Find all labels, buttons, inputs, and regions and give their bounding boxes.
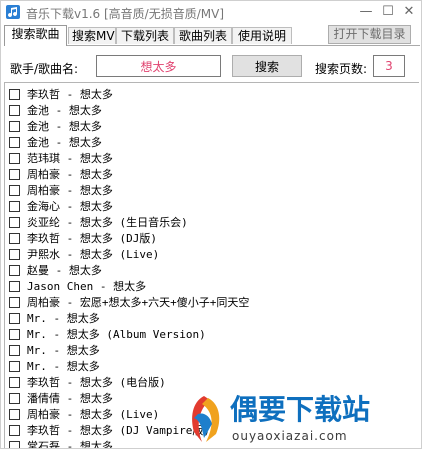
watermark-text: 偶要下载站 [230, 393, 371, 426]
watermark: 偶要下载站 ouyaoxiazai.com [182, 387, 421, 448]
list-item[interactable]: 金池 - 想太多 [5, 103, 419, 119]
song-title: 炎亚纶 - 想太多 (生日音乐会) [27, 216, 188, 229]
window-title: 音乐下载v1.6 [高音质/无损音质/MV] [26, 7, 225, 21]
song-checkbox[interactable] [9, 169, 20, 180]
watermark-logo [192, 396, 220, 442]
song-title: 金池 - 想太多 [27, 120, 102, 133]
song-title: 赵曼 - 想太多 [27, 264, 102, 277]
song-title: 常石磊 - 想太多 [27, 440, 113, 449]
list-item[interactable]: 周柏豪 - 宏愿+想太多+六天+傻小子+同天空 [5, 295, 419, 311]
list-item[interactable]: 尹熙水 - 想太多 (Live) [5, 247, 419, 263]
song-checkbox[interactable] [9, 249, 20, 260]
music-note-icon [6, 5, 20, 19]
list-item[interactable]: 赵曼 - 想太多 [5, 263, 419, 279]
song-checkbox[interactable] [9, 297, 20, 308]
song-title: Mr. - 想太多 [27, 360, 100, 373]
song-checkbox[interactable] [9, 393, 20, 404]
search-pages-input[interactable] [373, 55, 405, 77]
song-title: 周柏豪 - 宏愿+想太多+六天+傻小子+同天空 [27, 296, 250, 309]
list-item[interactable]: 范玮琪 - 想太多 [5, 151, 419, 167]
song-title: 潘倩倩 - 想太多 [27, 392, 113, 405]
song-checkbox[interactable] [9, 233, 20, 244]
list-item[interactable]: Mr. - 想太多 [5, 359, 419, 375]
list-item[interactable]: Mr. - 想太多 [5, 311, 419, 327]
list-item[interactable]: 炎亚纶 - 想太多 (生日音乐会) [5, 215, 419, 231]
song-checkbox[interactable] [9, 201, 20, 212]
search-button[interactable]: 搜索 [232, 55, 302, 77]
song-title: 周柏豪 - 想太多 (Live) [27, 408, 160, 421]
song-checkbox[interactable] [9, 377, 20, 388]
song-checkbox[interactable] [9, 409, 20, 420]
song-title: 尹熙水 - 想太多 (Live) [27, 248, 160, 261]
song-checkbox[interactable] [9, 329, 20, 340]
list-item[interactable]: 李玖哲 - 想太多 [5, 87, 419, 103]
search-input[interactable] [96, 55, 221, 77]
song-checkbox[interactable] [9, 121, 20, 132]
tab-search-mv[interactable]: 搜索MV [68, 27, 116, 44]
list-item[interactable]: 金池 - 想太多 [5, 135, 419, 151]
song-checkbox[interactable] [9, 153, 20, 164]
list-item[interactable]: Mr. - 想太多 [5, 343, 419, 359]
song-checkbox[interactable] [9, 345, 20, 356]
song-title: Mr. - 想太多 [27, 344, 100, 357]
tab-instructions[interactable]: 使用说明 [232, 27, 292, 44]
list-item[interactable]: 周柏豪 - 想太多 [5, 183, 419, 199]
tab-download-list[interactable]: 下载列表 [116, 27, 174, 44]
song-title: 金池 - 想太多 [27, 104, 102, 117]
song-title: 李玖哲 - 想太多 (DJ版) [27, 232, 157, 245]
search-pages-label: 搜索页数: [315, 62, 368, 76]
song-title: Mr. - 想太多 [27, 312, 100, 325]
search-label: 歌手/歌曲名: [10, 62, 79, 76]
song-title: 李玖哲 - 想太多 (电台版) [27, 376, 166, 389]
song-checkbox[interactable] [9, 217, 20, 228]
list-item[interactable]: 周柏豪 - 想太多 [5, 167, 419, 183]
title-bar[interactable]: 音乐下载v1.6 [高音质/无损音质/MV] — ☐ ✕ [1, 1, 421, 25]
song-title: 范玮琪 - 想太多 [27, 152, 113, 165]
song-title: 金海心 - 想太多 [27, 200, 113, 213]
song-title: 李玖哲 - 想太多 [27, 88, 113, 101]
list-item[interactable]: 金池 - 想太多 [5, 119, 419, 135]
list-item[interactable]: 金海心 - 想太多 [5, 199, 419, 215]
open-download-folder-button[interactable]: 打开下载目录 [328, 25, 411, 44]
song-checkbox[interactable] [9, 313, 20, 324]
watermark-url: ouyaoxiazai.com [232, 429, 348, 443]
song-title: Jason Chen - 想太多 [27, 280, 147, 293]
list-item[interactable]: Jason Chen - 想太多 [5, 279, 419, 295]
close-icon[interactable]: ✕ [401, 4, 417, 20]
song-checkbox[interactable] [9, 425, 20, 436]
list-item[interactable]: 李玖哲 - 想太多 (DJ版) [5, 231, 419, 247]
song-checkbox[interactable] [9, 137, 20, 148]
tab-search-songs[interactable]: 搜索歌曲 [4, 25, 67, 46]
song-checkbox[interactable] [9, 89, 20, 100]
maximize-icon[interactable]: ☐ [380, 4, 396, 20]
song-checkbox[interactable] [9, 441, 20, 448]
song-checkbox[interactable] [9, 185, 20, 196]
song-checkbox[interactable] [9, 105, 20, 116]
song-title: 周柏豪 - 想太多 [27, 184, 113, 197]
app-window: 音乐下载v1.6 [高音质/无损音质/MV] — ☐ ✕ 搜索歌曲 搜索MV 下… [0, 0, 422, 449]
song-checkbox[interactable] [9, 281, 20, 292]
song-title: 金池 - 想太多 [27, 136, 102, 149]
tab-song-list[interactable]: 歌曲列表 [174, 27, 232, 44]
minimize-icon[interactable]: — [358, 4, 374, 20]
song-title: Mr. - 想太多 (Album Version) [27, 328, 206, 341]
song-checkbox[interactable] [9, 361, 20, 372]
song-title: 周柏豪 - 想太多 [27, 168, 113, 181]
list-item[interactable]: Mr. - 想太多 (Album Version) [5, 327, 419, 343]
song-checkbox[interactable] [9, 265, 20, 276]
